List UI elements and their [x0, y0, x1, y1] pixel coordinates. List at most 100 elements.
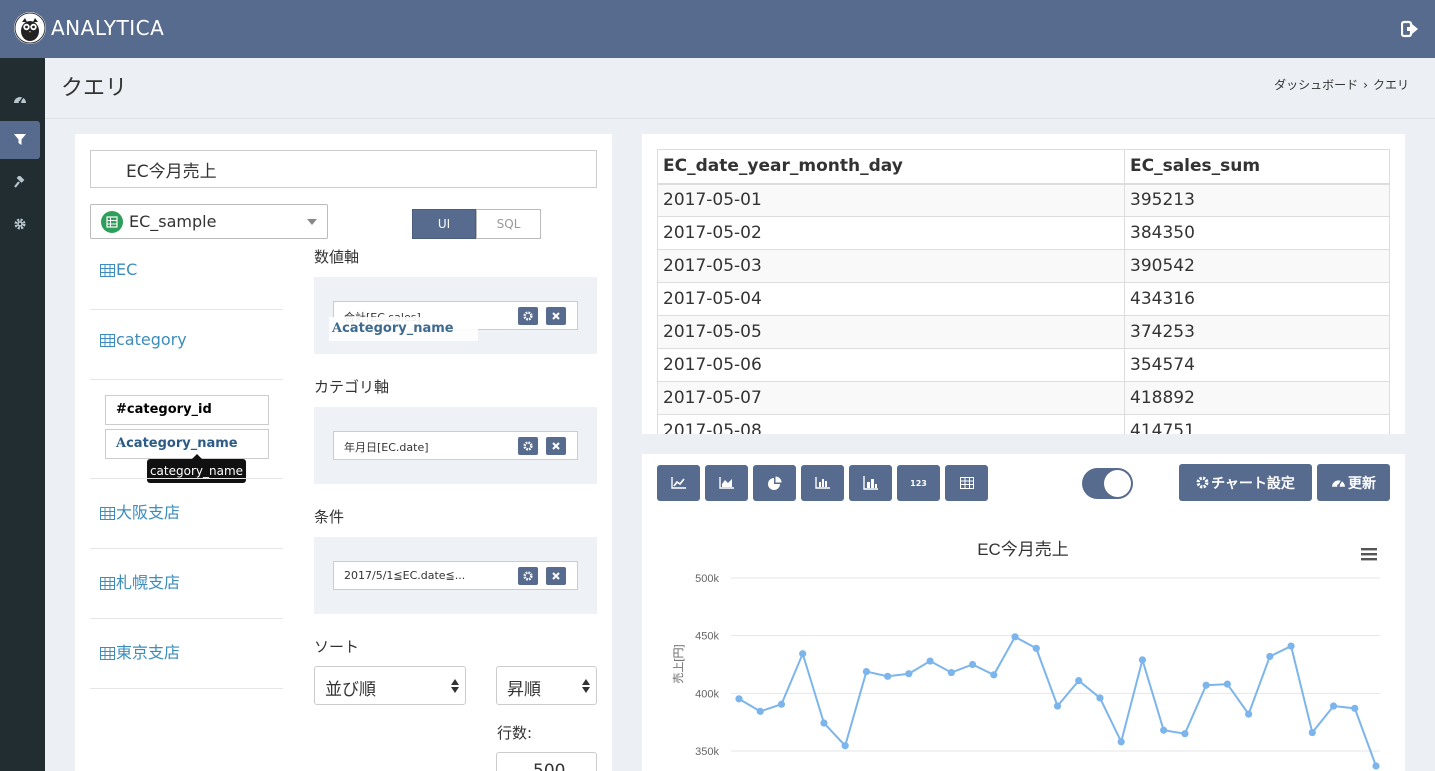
page-title: クエリ [61, 76, 128, 101]
gear-icon[interactable] [518, 437, 538, 455]
field-label: category_id [126, 402, 212, 417]
sort-field-select[interactable]: 並び順 [314, 666, 466, 705]
rows-label: 行数: [497, 724, 533, 742]
line-chart-button[interactable] [657, 465, 700, 501]
mode-sql-button[interactable]: SQL [476, 209, 541, 239]
sales-cell: 374253 [1124, 315, 1390, 349]
button-label: チャート設定 [1211, 475, 1295, 492]
sidebar-item-tools[interactable] [0, 163, 40, 201]
filter-icon [14, 134, 26, 145]
table-row[interactable]: 2017-05-03 390542 [657, 249, 1390, 283]
menu-icon [1361, 548, 1377, 551]
table-icon [100, 332, 115, 351]
field-category-name[interactable]: Acategory_name [105, 429, 269, 459]
number-icon: 123 [910, 478, 927, 488]
chart-panel: 123 チャート設定 更新 EC今月売上 500k 450k 400k 350k 売上[円… [642, 454, 1405, 771]
query-name-input[interactable]: EC今月売上 [90, 150, 597, 188]
table-label: 大阪支店 [116, 503, 181, 522]
table-label: category [116, 330, 187, 349]
sort-label: ソート [314, 638, 360, 656]
refresh-button[interactable]: 更新 [1317, 464, 1390, 501]
divider [90, 548, 283, 549]
chart-toggle-switch[interactable] [1082, 468, 1133, 499]
gear-icon [14, 218, 26, 230]
data-point [862, 667, 870, 676]
bar-chart-button[interactable] [801, 465, 844, 501]
column-header[interactable]: EC_date_year_month_day [657, 149, 1125, 185]
category-axis-dropzone[interactable]: 年月日[EC.date] [314, 407, 597, 484]
sidebar-item-query[interactable] [0, 121, 40, 159]
gear-icon[interactable] [518, 307, 538, 325]
table-row[interactable]: 2017-05-06 354574 [657, 348, 1390, 382]
results-table: EC_date_year_month_day EC_sales_sum 2017… [657, 149, 1390, 434]
line-chart: EC今月売上 500k 450k 400k 350k 売上[円] [672, 540, 1380, 770]
value-axis-dropzone[interactable]: 合計[EC.sales] [314, 277, 597, 354]
gear-icon[interactable] [518, 567, 538, 585]
dashboard-icon [1332, 479, 1345, 488]
close-icon[interactable] [546, 567, 566, 585]
table-item-tokyo[interactable]: 東京支店 [100, 639, 180, 664]
select-arrows-icon [451, 679, 459, 693]
stacked-chart-button[interactable] [849, 465, 892, 501]
date-cell: 2017-05-05 [657, 315, 1125, 349]
table-row[interactable]: 2017-05-01 395213 [657, 183, 1390, 217]
table-item-sapporo[interactable]: 札幌支店 [100, 569, 180, 594]
number-type-icon: # [116, 402, 127, 417]
chart-settings-button[interactable]: チャート設定 [1179, 464, 1312, 501]
pie-chart-icon [767, 476, 781, 490]
close-icon[interactable] [546, 437, 566, 455]
date-cell: 2017-05-01 [657, 183, 1125, 217]
table-row[interactable]: 2017-05-08 414751 [657, 414, 1390, 434]
table-item-ec[interactable]: EC [100, 260, 137, 281]
table-row[interactable]: 2017-05-02 384350 [657, 216, 1390, 250]
area-chart-button[interactable] [705, 465, 748, 501]
mode-ui-button[interactable]: UI [412, 209, 476, 239]
dragged-field[interactable]: Acategory_name [329, 317, 478, 341]
stacked-chart-icon [862, 476, 878, 490]
sidebar-item-settings[interactable] [0, 205, 40, 243]
y-tick-label: 500k [695, 573, 719, 585]
data-point [1308, 728, 1316, 737]
table-row[interactable]: 2017-05-07 418892 [657, 381, 1390, 415]
table-view-button[interactable] [945, 465, 988, 501]
datasource-select[interactable]: EC_sample [90, 204, 328, 239]
sales-cell: 384350 [1124, 216, 1390, 250]
sales-cell: 354574 [1124, 348, 1390, 382]
bar-chart-icon [814, 477, 830, 489]
data-point [1329, 702, 1338, 710]
toggle-knob [1104, 470, 1131, 497]
data-point [820, 719, 828, 727]
area-chart-icon [718, 477, 734, 489]
table-item-osaka[interactable]: 大阪支店 [100, 499, 180, 524]
number-button[interactable]: 123 [897, 465, 940, 501]
menu-icon [1361, 558, 1377, 561]
sort-direction-select[interactable]: 昇順 [496, 666, 597, 705]
brand-name[interactable]: ANALYTICA [51, 16, 164, 40]
close-icon[interactable] [546, 307, 566, 325]
date-cell: 2017-05-03 [657, 249, 1125, 283]
table-header-row: EC_date_year_month_day EC_sales_sum [657, 149, 1390, 185]
owl-logo-icon [14, 12, 46, 44]
top-navbar: ANALYTICA [0, 0, 1435, 58]
field-label: category_name [126, 436, 238, 451]
condition-dropzone[interactable]: 2017/5/1≦EC.date≦... [314, 537, 597, 614]
field-category-id[interactable]: #category_id [105, 395, 269, 425]
date-cell: 2017-05-04 [657, 282, 1125, 316]
table-item-category[interactable]: category [100, 330, 187, 351]
table-row[interactable]: 2017-05-04 434316 [657, 282, 1390, 316]
sales-cell: 414751 [1124, 414, 1390, 434]
condition-chip[interactable]: 2017/5/1≦EC.date≦... [333, 561, 578, 590]
table-row[interactable]: 2017-05-05 374253 [657, 315, 1390, 349]
logout-icon[interactable] [1400, 20, 1421, 40]
pie-chart-button[interactable] [753, 465, 796, 501]
gavel-icon [13, 175, 24, 188]
column-header[interactable]: EC_sales_sum [1124, 149, 1390, 185]
category-axis-chip[interactable]: 年月日[EC.date] [333, 431, 578, 460]
rows-input[interactable]: 500 [496, 752, 597, 771]
menu-icon [1361, 553, 1377, 556]
sidebar-item-dashboard[interactable] [0, 80, 40, 118]
breadcrumb-dashboard[interactable]: ダッシュボード [1274, 78, 1358, 92]
sales-cell: 418892 [1124, 381, 1390, 415]
divider [45, 118, 1435, 119]
value-axis-label: 数値軸 [314, 248, 360, 266]
